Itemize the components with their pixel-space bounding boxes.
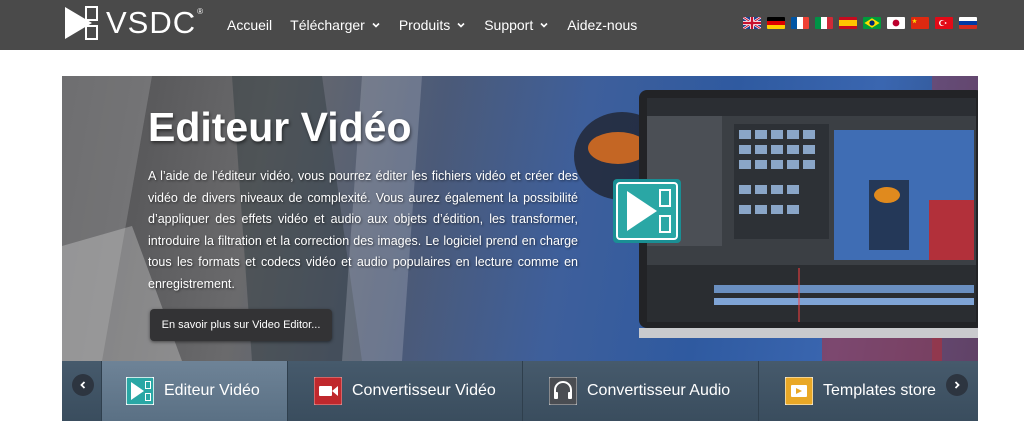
tab-editeur-video[interactable]: Editeur Vidéo <box>102 361 288 421</box>
language-selector <box>743 17 983 29</box>
nav-label: Support <box>484 17 534 33</box>
tab-templates-store[interactable]: Templates store <box>759 361 978 421</box>
tab-label: Editeur Vidéo <box>164 382 260 399</box>
jp-flag-icon[interactable] <box>887 17 905 29</box>
uk-flag-icon[interactable] <box>743 17 761 29</box>
chevron-left-icon <box>80 381 86 389</box>
product-tabs: Editeur Vidéo Convertisseur Vidéo Conver… <box>62 361 978 421</box>
laptop-screenshot-image <box>639 90 978 338</box>
chevron-down-icon <box>457 22 465 28</box>
fr-flag-icon[interactable] <box>791 17 809 29</box>
nav-label: Aidez-nous <box>567 17 638 33</box>
nav-telecharger[interactable]: Télécharger <box>290 17 381 33</box>
vsdc-logo[interactable]: VSDC ® <box>62 4 203 42</box>
nav-label: Produits <box>398 17 451 33</box>
es-flag-icon[interactable] <box>839 17 857 29</box>
nav-support[interactable]: Support <box>484 17 549 33</box>
video-editor-logo-icon <box>613 179 681 243</box>
hero-title: Editeur Vidéo <box>148 104 412 150</box>
tab-convertisseur-video[interactable]: Convertisseur Vidéo <box>288 361 523 421</box>
top-navigation-bar: VSDC ® Accueil Télécharger Produits Supp… <box>0 0 1024 50</box>
chevron-down-icon <box>540 22 548 28</box>
de-flag-icon[interactable] <box>767 17 785 29</box>
nav-aidez-nous[interactable]: Aidez-nous <box>567 17 637 33</box>
carousel-next-button[interactable] <box>946 374 968 396</box>
tr-flag-icon[interactable] <box>935 17 953 29</box>
nav-label: Accueil <box>227 17 273 33</box>
hero-description: A l’aide de l’éditeur vidéo, vous pourre… <box>148 169 578 291</box>
templates-store-icon <box>785 377 813 405</box>
chevron-right-icon <box>954 381 960 389</box>
vsdc-logo-icon <box>62 4 100 42</box>
video-editor-icon <box>126 377 154 405</box>
carousel-prev-button[interactable] <box>72 374 94 396</box>
video-converter-icon <box>314 377 342 405</box>
tab-label: Convertisseur Vidéo <box>352 382 496 399</box>
learn-more-button[interactable]: En savoir plus sur Video Editor... <box>150 309 332 341</box>
tab-label: Convertisseur Audio <box>587 382 731 399</box>
registered-mark: ® <box>197 6 204 16</box>
ru-flag-icon[interactable] <box>959 17 977 29</box>
it-flag-icon[interactable] <box>815 17 833 29</box>
tab-convertisseur-audio[interactable]: Convertisseur Audio <box>523 361 759 421</box>
audio-converter-icon <box>549 377 577 405</box>
nav-produits[interactable]: Produits <box>399 17 466 33</box>
tab-label: Templates store <box>823 382 936 399</box>
main-menu: Accueil Télécharger Produits Support Aid… <box>227 0 655 50</box>
nav-label: Télécharger <box>290 17 365 33</box>
chevron-down-icon <box>372 22 380 28</box>
nav-accueil[interactable]: Accueil <box>227 17 272 33</box>
br-flag-icon[interactable] <box>863 17 881 29</box>
hero-banner: Editeur Vidéo A l’aide de l’éditeur vidé… <box>62 76 978 361</box>
brand-name: VSDC <box>106 5 197 40</box>
cn-flag-icon[interactable] <box>911 17 929 29</box>
